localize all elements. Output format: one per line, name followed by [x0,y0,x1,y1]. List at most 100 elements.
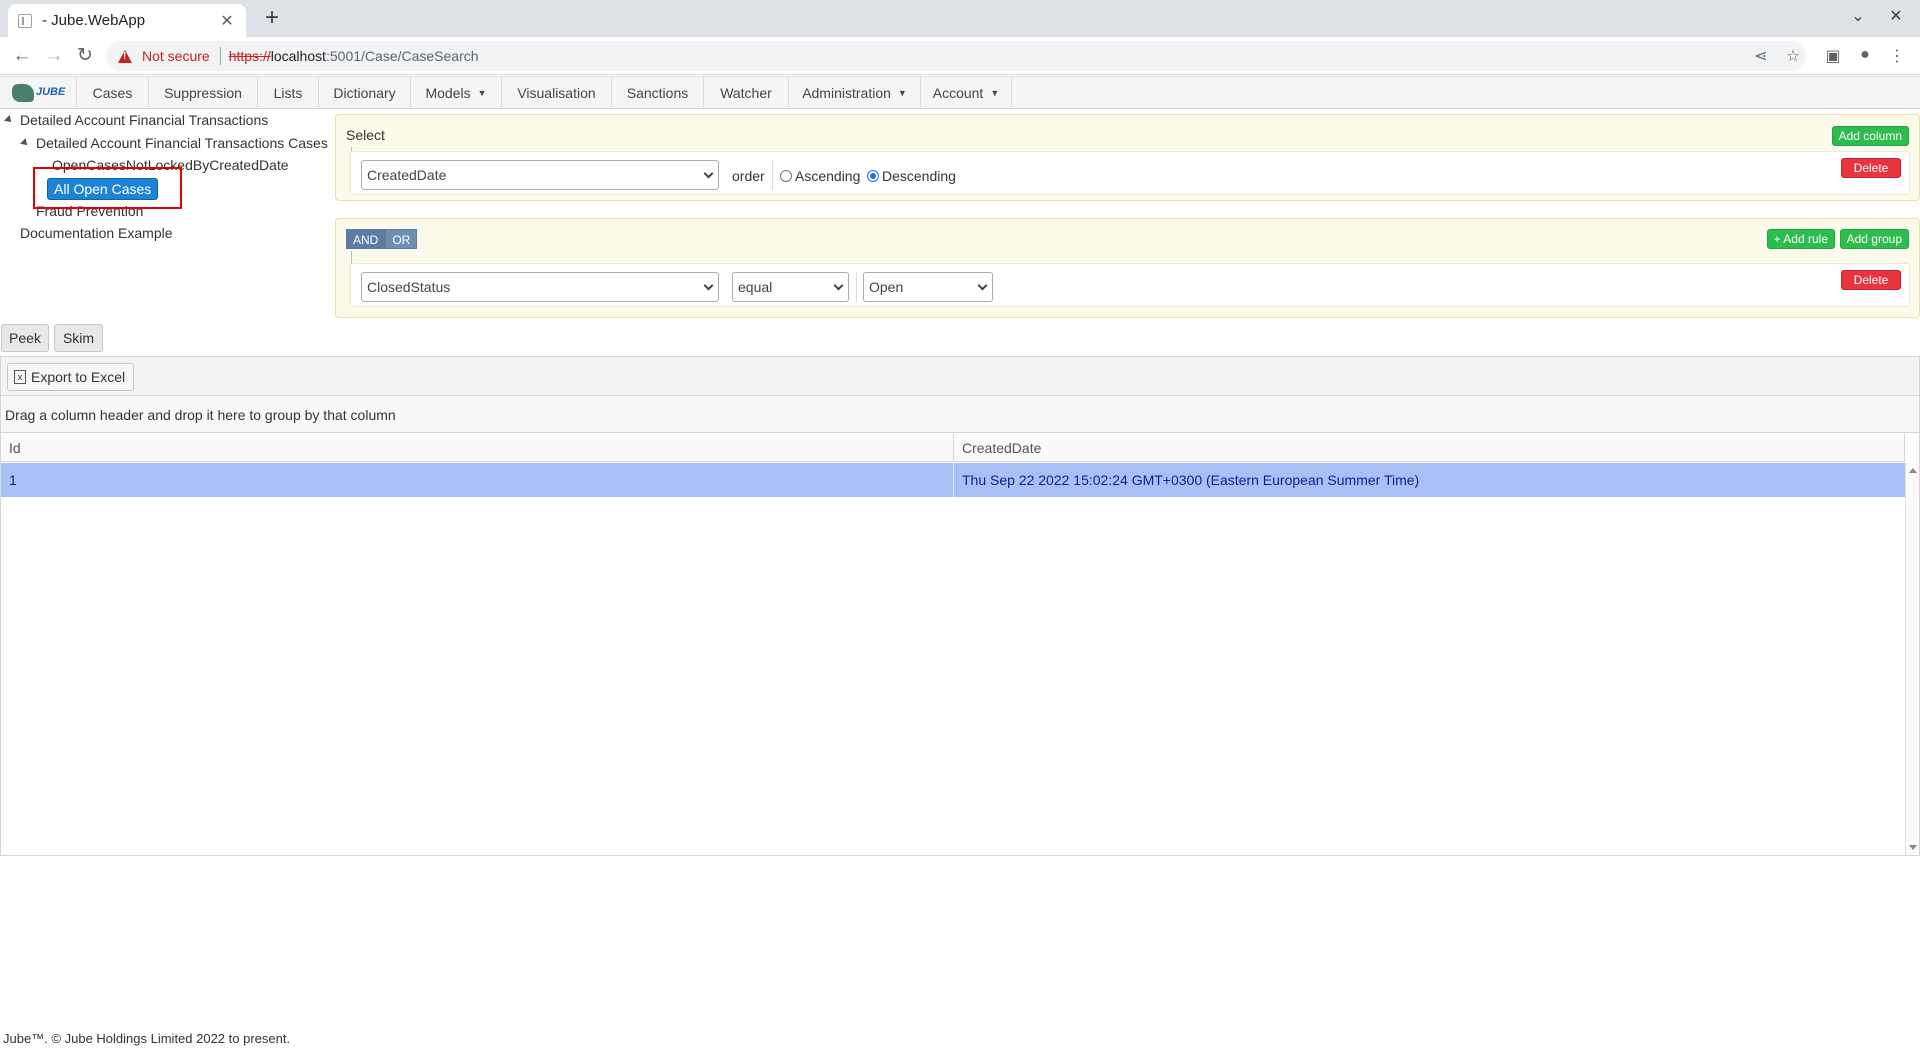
table-row[interactable]: 1 Thu Sep 22 2022 15:02:24 GMT+0300 (Eas… [1,463,1905,497]
nav-watcher-label: Watcher [720,85,772,101]
rule-operator-dropdown[interactable]: equal [732,272,849,302]
window-close-icon[interactable]: ✕ [1884,6,1908,26]
browser-toolbar: ← → ↻ Not secure https://localhost:5001/… [0,37,1920,75]
results-grid: x Export to Excel Drag a column header a… [0,356,1920,856]
rule-value-dropdown[interactable]: Open [863,272,993,302]
add-group-button[interactable]: Add group [1839,229,1909,249]
nav-administration[interactable]: Administration ▼ [788,77,920,109]
url-path: :5001/Case/CaseSearch [326,48,479,64]
app-navbar: JUBE Cases Suppression Lists Dictionary … [0,76,1920,109]
nav-visualisation[interactable]: Visualisation [501,77,611,109]
peek-button[interactable]: Peek [1,324,49,352]
nav-sanctions-label: Sanctions [626,85,689,101]
select-column-dropdown[interactable]: CreatedDate [361,160,719,190]
group-drop-area[interactable]: Drag a column header and drop it here to… [1,397,1919,433]
highlight-box [33,167,182,209]
or-button[interactable]: OR [385,229,418,249]
grid-header: Id CreatedDate [1,434,1905,462]
nav-account-label: Account [932,85,984,101]
grid-scrollbar[interactable] [1905,463,1919,855]
rule-field-value: ClosedStatus [367,279,451,295]
descending-radio[interactable] [867,170,879,182]
browser-tab[interactable]: - Jube.WebApp ✕ [8,4,246,37]
rule-value-value: Open [869,279,904,295]
tree-node-root2[interactable]: Documentation Example [20,225,173,241]
tab-title: - Jube.WebApp [42,12,146,29]
scroll-down-icon[interactable] [1909,845,1917,850]
browser-menu-icon[interactable]: ⋮ [1886,46,1908,66]
column-header-id[interactable]: Id [1,434,21,462]
nav-account[interactable]: Account ▼ [920,77,1012,109]
chevron-down-icon [703,280,714,291]
back-arrow-icon[interactable]: ← [10,45,34,67]
jube-logo[interactable]: JUBE [10,82,65,104]
logo-text: JUBE [36,86,66,98]
scroll-up-icon[interactable] [1909,468,1917,473]
export-excel-button[interactable]: x Export to Excel [7,363,135,391]
nav-administration-label: Administration [802,85,891,101]
address-bar[interactable]: Not secure https://localhost:5001/Case/C… [106,41,1806,71]
order-divider [772,160,773,190]
nav-dictionary[interactable]: Dictionary [318,77,410,109]
rule-row: ClosedStatus equal Open Delete [350,263,1910,307]
descending-option[interactable]: Descending [867,168,956,184]
nav-models[interactable]: Models ▼ [410,77,501,109]
warning-icon [118,49,132,63]
ascending-option[interactable]: Ascending [780,168,860,184]
nav-visualisation-label: Visualisation [517,85,596,101]
browser-tabstrip: - Jube.WebApp ✕ + ⌄ ✕ [0,0,1920,37]
nav-cases-label: Cases [92,85,133,101]
profile-avatar-icon[interactable]: ● [1854,46,1876,66]
delete-select-button[interactable]: Delete [1841,158,1901,178]
new-tab-icon[interactable]: + [258,5,286,33]
select-title: Select [346,127,385,143]
nav-watcher[interactable]: Watcher [703,77,788,109]
url-host: localhost [270,48,326,64]
excel-file-icon: x [14,370,26,384]
add-rule-button[interactable]: + Add rule [1766,229,1835,249]
select-column-value: CreatedDate [367,167,447,183]
account-caret-icon: ▼ [990,88,1000,98]
rule-operator-value: equal [738,279,773,295]
bookmark-star-icon[interactable]: ☆ [1782,46,1804,66]
nav-cases[interactable]: Cases [76,77,148,109]
logo-mark-icon [12,84,34,102]
select-row: CreatedDate order Ascending Descending D… [350,151,1910,195]
tab-search-chevron-icon[interactable]: ⌄ [1846,6,1870,26]
select-panel: Select Add column CreatedDate order Asce… [335,114,1920,201]
tree-expand-arrow-icon[interactable] [4,115,14,125]
side-panel-icon[interactable]: ▣ [1822,46,1844,66]
column-header-createddate[interactable]: CreatedDate [954,434,1041,462]
page-footer: Jube™. © Jube Holdings Limited 2022 to p… [3,1031,291,1046]
share-icon[interactable]: ⋖ [1750,46,1772,66]
ascending-radio[interactable] [780,170,792,182]
add-column-button[interactable]: Add column [1831,126,1909,146]
cell-id: 1 [9,472,17,488]
models-caret-icon: ▼ [477,88,487,98]
nav-models-label: Models [425,85,471,101]
administration-caret-icon: ▼ [897,88,907,98]
nav-dictionary-label: Dictionary [333,85,396,101]
nav-sanctions[interactable]: Sanctions [611,77,703,109]
chevron-down-icon [977,280,988,291]
forward-arrow-icon[interactable]: → [42,45,66,67]
export-excel-label: Export to Excel [31,369,126,385]
delete-rule-button[interactable]: Delete [1841,270,1901,290]
rule-field-dropdown[interactable]: ClosedStatus [361,272,719,302]
tree-expand-arrow-icon[interactable] [20,138,30,148]
url-scheme: https:// [228,48,271,64]
nav-lists[interactable]: Lists [257,77,318,109]
url-text[interactable]: https://localhost:5001/Case/CaseSearch [229,48,479,64]
reload-icon[interactable]: ↻ [73,45,97,67]
tree-node-root1[interactable]: Detailed Account Financial Transactions [20,112,268,128]
skim-button[interactable]: Skim [54,324,103,352]
not-secure-label[interactable]: Not secure [142,48,210,64]
tree-node-child1[interactable]: Detailed Account Financial Transactions … [36,135,328,151]
cell-createddate: Thu Sep 22 2022 15:02:24 GMT+0300 (Easte… [962,472,1420,488]
ascending-label: Ascending [795,168,861,184]
chevron-down-icon [833,280,844,291]
and-button[interactable]: AND [346,229,386,249]
tab-close-icon[interactable]: ✕ [218,11,236,31]
descending-label: Descending [882,168,956,184]
nav-suppression[interactable]: Suppression [148,77,257,109]
